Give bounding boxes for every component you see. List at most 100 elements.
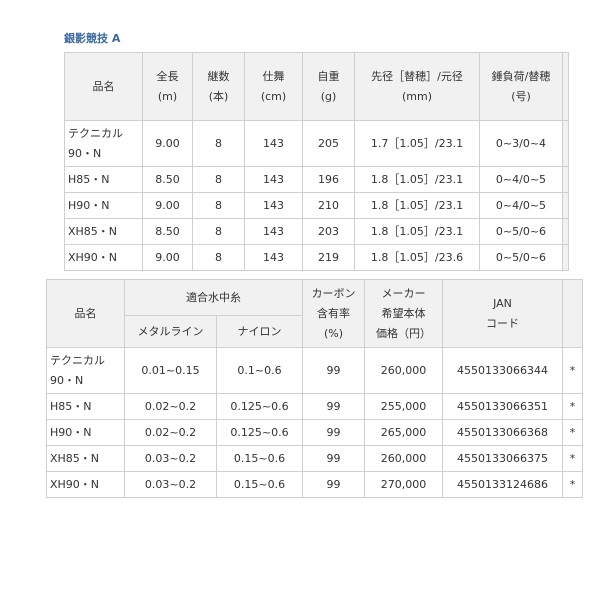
table-cell: 260,000 <box>364 347 443 394</box>
table-cell: 99 <box>302 445 365 472</box>
product-name-cell: H85・N <box>64 166 143 193</box>
header-diameter: 先径［替穂］/元径 (mm) <box>354 52 480 121</box>
table-cell: 4550133066375 <box>442 445 563 472</box>
table-cell: 4550133066368 <box>442 419 563 446</box>
header-name: 品名 <box>46 279 125 348</box>
header-length: 全長 (m) <box>142 52 193 121</box>
table-cell: 0.15~0.6 <box>216 445 303 472</box>
table-cell: 270,000 <box>364 471 443 498</box>
table-cell: 8.50 <box>142 166 193 193</box>
table-cell: 1.7［1.05］/23.1 <box>354 120 480 167</box>
table-cell: * <box>562 347 583 394</box>
table-cell: 4550133124686 <box>442 471 563 498</box>
table-cell: 203 <box>302 218 355 245</box>
price-table: 品名 適合水中糸 カーボン 含有率 (%) メーカー 希望本体 価格（円） JAN コード… <box>46 279 583 498</box>
product-name-cell: H90・N <box>64 192 143 219</box>
product-name-cell: テクニカル 90・N <box>46 347 125 394</box>
table-cell: 0.03~0.2 <box>124 471 217 498</box>
table-cell: 9.00 <box>142 192 193 219</box>
product-name-cell: XH90・N <box>46 471 125 498</box>
header-carbon: カーボン 含有率 (%) <box>302 279 365 348</box>
table-cell: * <box>562 445 583 472</box>
header-spacer <box>562 279 583 348</box>
product-name-cell: テクニカル 90・N <box>64 120 143 167</box>
row-spacer <box>562 166 569 193</box>
table-cell: 8 <box>192 166 245 193</box>
table-cell: 1.8［1.05］/23.6 <box>354 244 480 271</box>
table-cell: 99 <box>302 419 365 446</box>
table-cell: 9.00 <box>142 244 193 271</box>
product-name-cell: H85・N <box>46 393 125 420</box>
product-name-cell: XH85・N <box>46 445 125 472</box>
table-row: テクニカル 90・N 0.01~0.15 0.1~0.6 99 260,000 455013… <box>46 347 583 394</box>
table-cell: 0.125~0.6 <box>216 419 303 446</box>
table-cell: 1.8［1.05］/23.1 <box>354 192 480 219</box>
table-row: XH90・N 0.03~0.2 0.15~0.6 99 270,000 455013312… <box>46 471 583 498</box>
product-name-cell: H90・N <box>46 419 125 446</box>
product-name-cell: XH85・N <box>64 218 143 245</box>
table-cell: 255,000 <box>364 393 443 420</box>
table-cell: 143 <box>244 244 303 271</box>
table-cell: 0~3/0~4 <box>479 120 563 167</box>
header-jan: JAN コード <box>442 279 563 348</box>
table-cell: 4550133066351 <box>442 393 563 420</box>
table-row: H85・N 0.02~0.2 0.125~0.6 99 255,000 455013306… <box>46 393 583 420</box>
table-cell: 99 <box>302 471 365 498</box>
table-cell: 143 <box>244 120 303 167</box>
table-cell: 8 <box>192 218 245 245</box>
table-cell: 0.03~0.2 <box>124 445 217 472</box>
table-row: XH90・N 9.00 8 143 219 1.8［1.05］/23.6 0~5/0~6 <box>64 244 569 271</box>
table-cell: 99 <box>302 393 365 420</box>
table-cell: 9.00 <box>142 120 193 167</box>
table-cell: 0~4/0~5 <box>479 166 563 193</box>
table-cell: * <box>562 419 583 446</box>
table-cell: 143 <box>244 218 303 245</box>
table-row: H90・N 9.00 8 143 210 1.8［1.05］/23.1 0~4/0~5 <box>64 192 569 219</box>
table-cell: 260,000 <box>364 445 443 472</box>
table-cell: 0.01~0.15 <box>124 347 217 394</box>
table-cell: 0~5/0~6 <box>479 218 563 245</box>
header-line-group: 適合水中糸 <box>124 279 303 316</box>
table-cell: 1.8［1.05］/23.1 <box>354 166 480 193</box>
table-cell: 0~4/0~5 <box>479 192 563 219</box>
table-cell: 0.02~0.2 <box>124 419 217 446</box>
table-cell: 99 <box>302 347 365 394</box>
page-title: 銀影競技 A <box>64 32 121 45</box>
table-cell: 0~5/0~6 <box>479 244 563 271</box>
table-cell: 205 <box>302 120 355 167</box>
header-metal-line: メタルライン <box>124 315 217 348</box>
table-cell: 0.1~0.6 <box>216 347 303 394</box>
table-cell: * <box>562 471 583 498</box>
header-sections: 継数 (本) <box>192 52 245 121</box>
table-row: H85・N 8.50 8 143 196 1.8［1.05］/23.1 0~4/0~5 <box>64 166 569 193</box>
row-spacer <box>562 244 569 271</box>
price-table-body: テクニカル 90・N 0.01~0.15 0.1~0.6 99 260,000 455013… <box>46 347 583 498</box>
header-name: 品名 <box>64 52 143 121</box>
table-cell: 8.50 <box>142 218 193 245</box>
row-spacer <box>562 192 569 219</box>
table-cell: 8 <box>192 244 245 271</box>
header-spacer <box>562 52 569 121</box>
row-spacer <box>562 120 569 167</box>
table-cell: * <box>562 393 583 420</box>
header-weight: 自重 (g) <box>302 52 355 121</box>
spec-table-body: テクニカル 90・N 9.00 8 143 205 1.7［1.05］/23.1 0~3/0~… <box>64 120 569 271</box>
table-cell: 1.8［1.05］/23.1 <box>354 218 480 245</box>
table-cell: 143 <box>244 166 303 193</box>
table-row: XH85・N 8.50 8 143 203 1.8［1.05］/23.1 0~5/0~6 <box>64 218 569 245</box>
table-cell: 265,000 <box>364 419 443 446</box>
price-header-row-1: 品名 適合水中糸 カーボン 含有率 (%) メーカー 希望本体 価格（円） JAN コード <box>46 279 583 348</box>
table-cell: 8 <box>192 192 245 219</box>
header-closed-length: 仕舞 (cm) <box>244 52 303 121</box>
table-cell: 0.15~0.6 <box>216 471 303 498</box>
table-row: テクニカル 90・N 9.00 8 143 205 1.7［1.05］/23.1 0~3/0~… <box>64 120 569 167</box>
table-cell: 0.125~0.6 <box>216 393 303 420</box>
table-cell: 8 <box>192 120 245 167</box>
table-cell: 219 <box>302 244 355 271</box>
spec-table: 品名 全長 (m) 継数 (本) 仕舞 (cm) 自重 (g) 先径［替穂］/元径 (mm… <box>64 52 569 271</box>
header-price: メーカー 希望本体 価格（円） <box>364 279 443 348</box>
spec-header-row: 品名 全長 (m) 継数 (本) 仕舞 (cm) 自重 (g) 先径［替穂］/元径 (mm… <box>64 52 569 121</box>
table-row: XH85・N 0.03~0.2 0.15~0.6 99 260,000 455013306… <box>46 445 583 472</box>
table-row: H90・N 0.02~0.2 0.125~0.6 99 265,000 455013306… <box>46 419 583 446</box>
row-spacer <box>562 218 569 245</box>
